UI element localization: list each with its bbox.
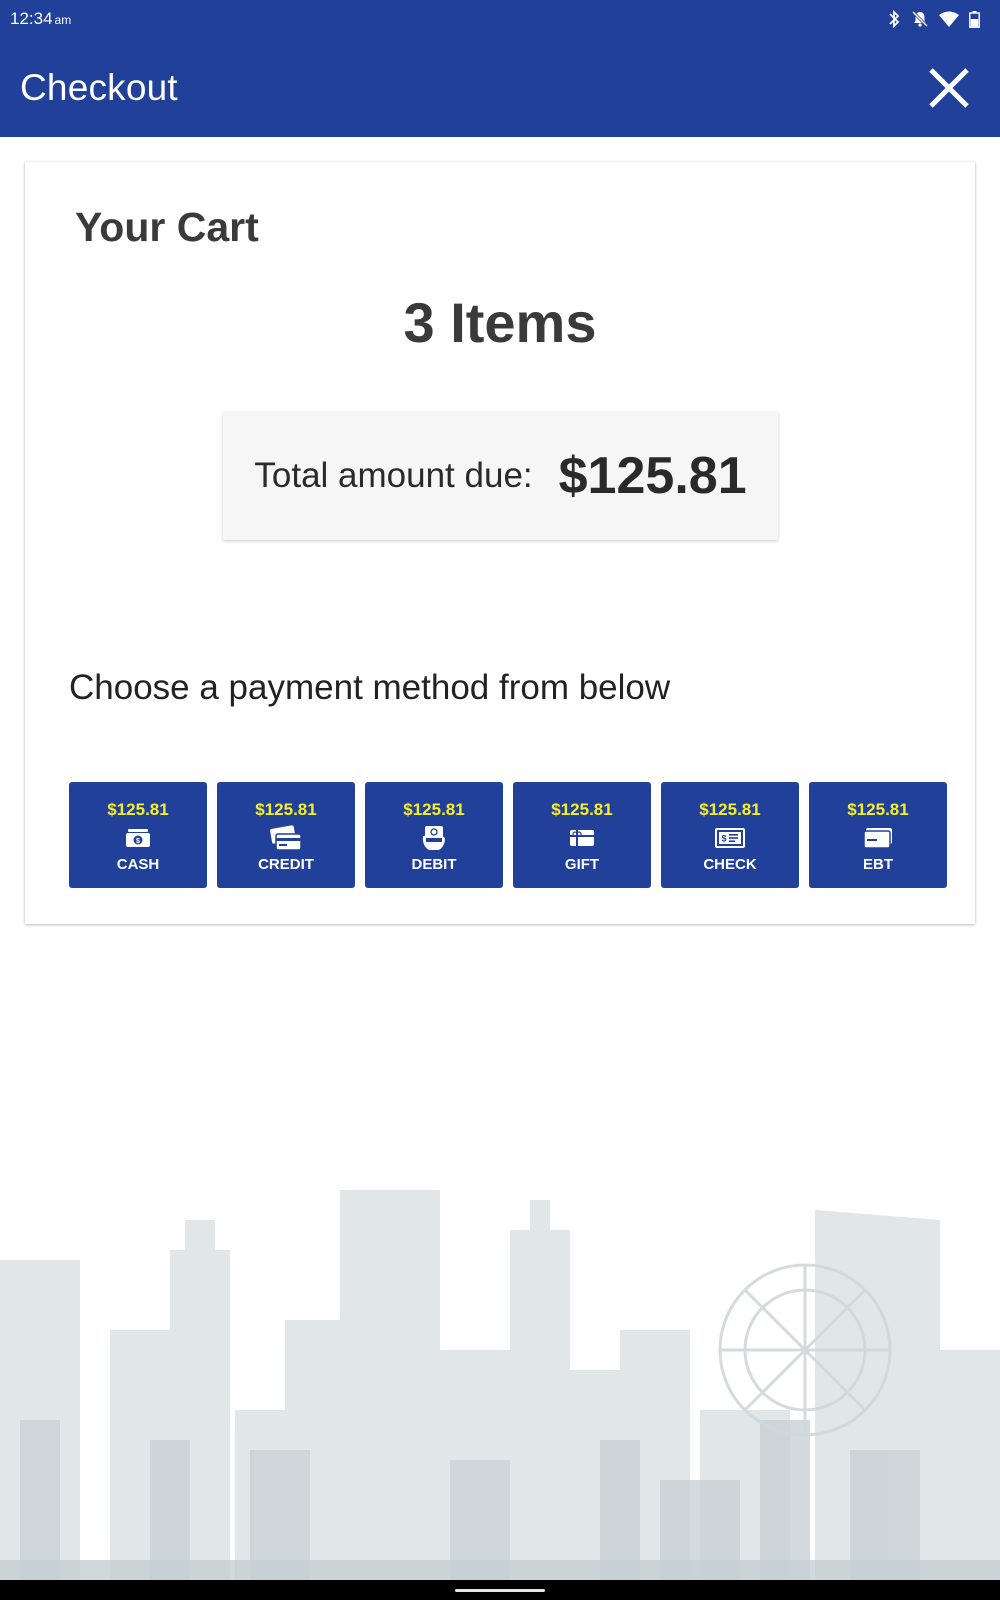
payment-method-prompt: Choose a payment method from below [69,668,671,707]
battery-icon [969,10,980,28]
cart-card: Your Cart 3 Items Total amount due: $125… [25,162,975,924]
page-title: Checkout [20,66,178,108]
notifications-off-icon [911,10,929,28]
status-icons [887,10,980,28]
gift-payment-button[interactable]: $125.81 GIFT [513,782,651,888]
payment-methods-row[interactable]: $125.81 $ CASH $125.81 CREDIT $125.81 DE… [69,782,956,888]
check-payment-button[interactable]: $125.81 $ CHECK [661,782,799,888]
close-button[interactable] [924,63,974,113]
svg-text:$: $ [721,834,726,844]
method-label: EBT [863,856,893,873]
method-label: DEBIT [411,856,457,873]
city-skyline-illustration [0,1190,1000,1580]
ebt-card-icon [863,826,893,850]
status-time: 12:34 am [10,9,71,29]
gift-card-icon [569,826,595,850]
svg-text:$: $ [136,838,140,845]
method-amount: $125.81 [847,800,909,819]
credit-card-icon [270,825,302,851]
cash-payment-button[interactable]: $125.81 $ CASH [69,782,207,888]
method-label: CASH [116,856,160,873]
wifi-icon [939,11,959,27]
method-label: GIFT [564,856,600,873]
method-amount: $125.81 [255,800,317,819]
items-count: 3 Items [403,291,597,354]
method-amount: $125.81 [699,800,761,819]
total-amount-box: Total amount due: $125.81 [223,412,778,540]
app-bar: Checkout [0,38,1000,137]
total-label: Total amount due: [254,456,533,495]
credit-payment-button[interactable]: $125.81 CREDIT [217,782,355,888]
cash-icon: $ [125,826,151,850]
navigation-bar [0,1580,1000,1600]
status-time-value: 12:34 [10,9,53,28]
method-amount: $125.81 [551,800,613,819]
status-time-ampm: am [54,13,72,27]
method-amount: $125.81 [107,800,169,819]
close-icon [929,67,969,108]
method-amount: $125.81 [403,800,465,819]
debit-card-icon [419,826,449,850]
method-label: CREDIT [258,856,314,873]
status-bar: 12:34 am [0,0,1000,38]
check-icon: $ [715,826,745,850]
cart-heading: Your Cart [75,204,259,250]
bluetooth-icon [887,10,901,28]
home-gesture-handle[interactable] [455,1589,545,1592]
total-amount: $125.81 [558,447,747,505]
debit-payment-button[interactable]: $125.81 DEBIT [365,782,503,888]
ebt-payment-button[interactable]: $125.81 EBT [809,782,947,888]
method-label: CHECK [703,856,757,873]
